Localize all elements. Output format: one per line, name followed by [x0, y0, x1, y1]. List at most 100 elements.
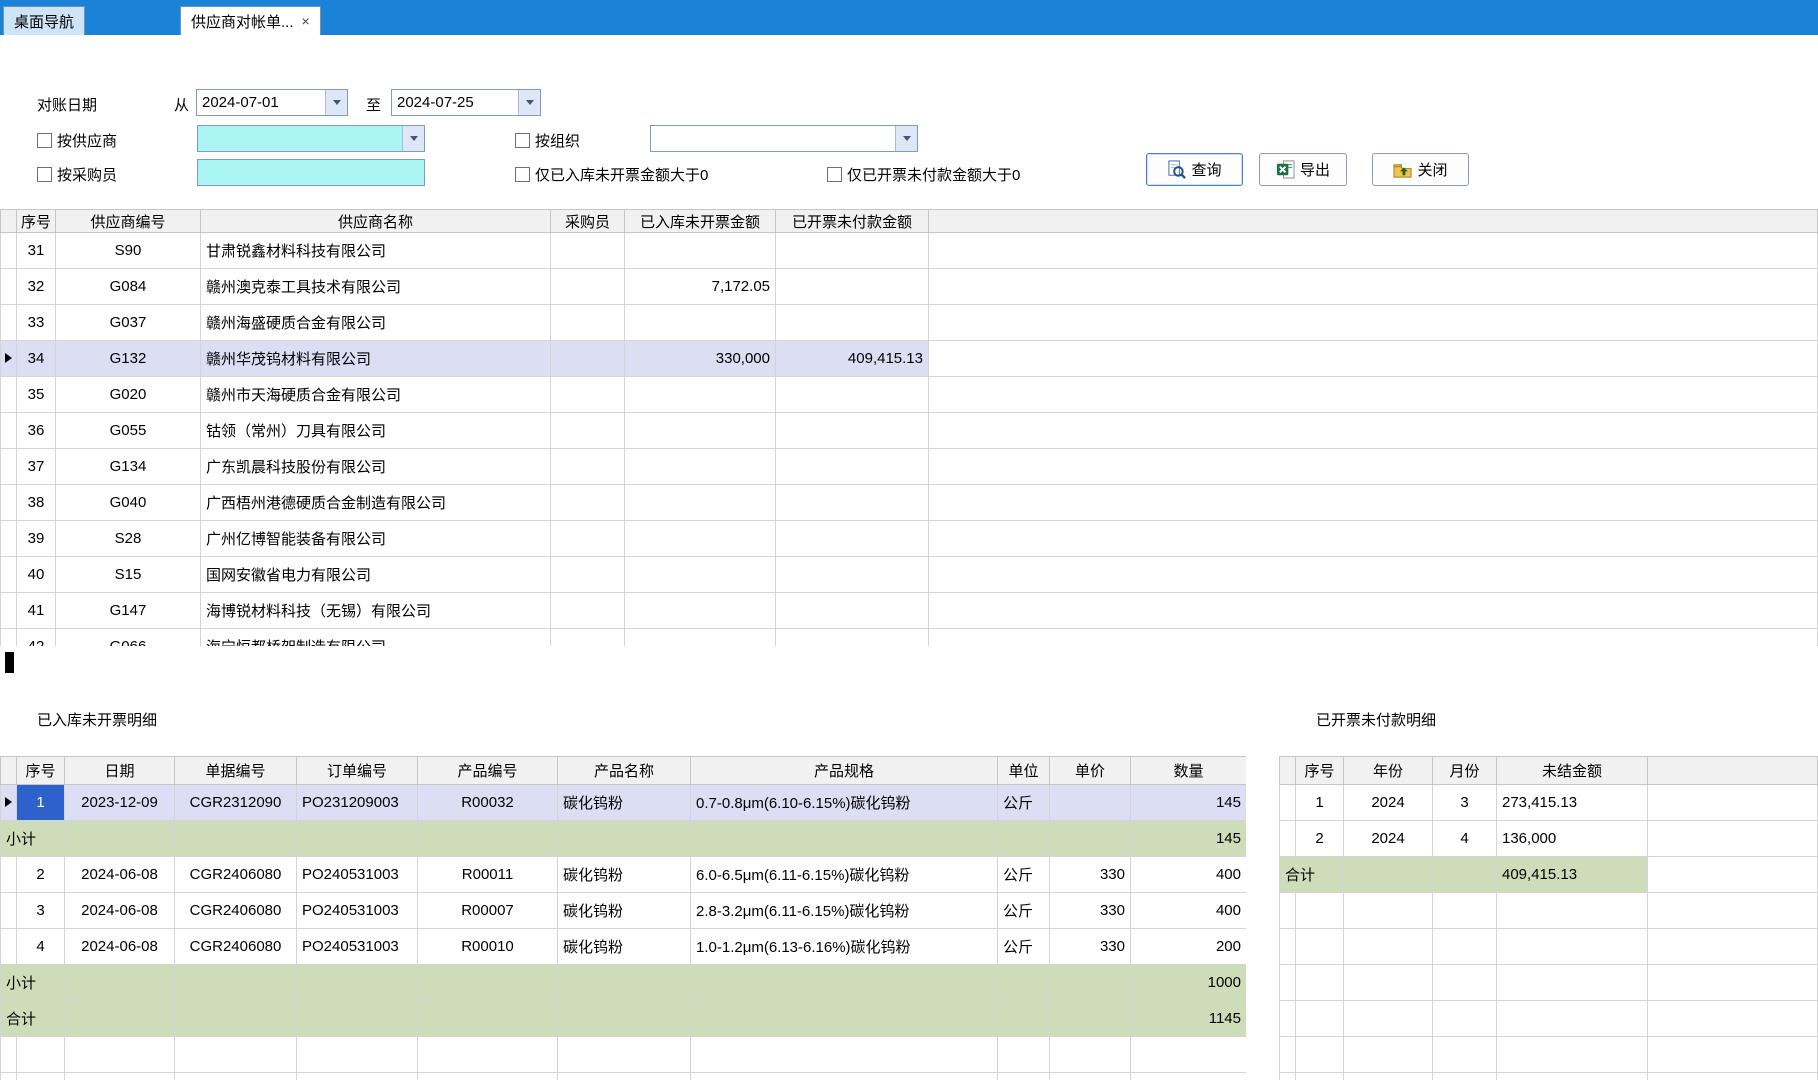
- cell[interactable]: [998, 1073, 1050, 1080]
- checkbox-box[interactable]: [515, 133, 530, 148]
- cell[interactable]: 35: [17, 377, 56, 413]
- cell[interactable]: 2024-06-08: [65, 857, 175, 893]
- org-dropdown-button[interactable]: [895, 126, 917, 151]
- cell[interactable]: 碳化钨粉: [558, 929, 691, 965]
- cell[interactable]: [551, 629, 625, 647]
- cell[interactable]: 273,415.13: [1497, 785, 1648, 821]
- cell[interactable]: 42: [17, 629, 56, 647]
- cell[interactable]: [418, 1037, 558, 1073]
- cell[interactable]: R00007: [418, 893, 558, 929]
- data-row[interactable]: 22024-06-08CGR2406080PO240531003R00011碳化…: [1, 857, 1247, 893]
- cell[interactable]: R00010: [418, 929, 558, 965]
- cell[interactable]: [625, 305, 776, 341]
- column-header[interactable]: 月份: [1433, 757, 1497, 785]
- empty-row[interactable]: [1280, 929, 1818, 965]
- column-header[interactable]: 序号: [1296, 757, 1344, 785]
- cell[interactable]: PO240531003: [297, 857, 418, 893]
- cell[interactable]: [1433, 893, 1497, 929]
- cell[interactable]: 公斤: [998, 857, 1050, 893]
- cell[interactable]: G147: [56, 593, 201, 629]
- row-marker[interactable]: [1, 413, 17, 449]
- data-row[interactable]: 35G020赣州市天海硬质合金有限公司: [1, 377, 1818, 413]
- from-date-select[interactable]: 2024-07-01: [196, 89, 348, 116]
- row-marker[interactable]: [1, 305, 17, 341]
- empty-row[interactable]: [1280, 893, 1818, 929]
- column-header[interactable]: 单价: [1050, 757, 1131, 785]
- data-row[interactable]: 120243273,415.13: [1280, 785, 1818, 821]
- cell[interactable]: [551, 485, 625, 521]
- cell[interactable]: 2024-06-08: [65, 929, 175, 965]
- only-received-not-invoiced-checkbox[interactable]: 仅已入库未开票金额大于0: [515, 165, 708, 183]
- supplier-dropdown-button[interactable]: [402, 126, 424, 151]
- column-header[interactable]: 日期: [65, 757, 175, 785]
- cell[interactable]: [1433, 1073, 1497, 1080]
- empty-row[interactable]: [1, 1037, 1247, 1073]
- cell[interactable]: [551, 233, 625, 269]
- cell[interactable]: [65, 1037, 175, 1073]
- checkbox-box[interactable]: [37, 133, 52, 148]
- total-row[interactable]: 合计1145: [1, 1001, 1247, 1037]
- cell[interactable]: [1050, 1037, 1131, 1073]
- cell[interactable]: 400: [1131, 857, 1247, 893]
- data-row[interactable]: 40S15国网安徽省电力有限公司: [1, 557, 1818, 593]
- cell[interactable]: 330: [1050, 893, 1131, 929]
- cell[interactable]: 3: [1433, 785, 1497, 821]
- checkbox-box[interactable]: [827, 167, 842, 182]
- cell[interactable]: 钴领（常州）刀具有限公司: [201, 413, 551, 449]
- cell[interactable]: 40: [17, 557, 56, 593]
- cell[interactable]: 赣州海盛硬质合金有限公司: [201, 305, 551, 341]
- cell[interactable]: [551, 593, 625, 629]
- cell[interactable]: [175, 1073, 297, 1080]
- cell[interactable]: R00032: [418, 785, 558, 821]
- column-header[interactable]: 已入库未开票金额: [625, 210, 776, 233]
- cell[interactable]: 400: [1131, 893, 1247, 929]
- row-marker[interactable]: [1, 1037, 17, 1073]
- cell[interactable]: 38: [17, 485, 56, 521]
- cell[interactable]: 39: [17, 521, 56, 557]
- cell[interactable]: [558, 1073, 691, 1080]
- cell[interactable]: 2024-06-08: [65, 893, 175, 929]
- empty-row[interactable]: [1280, 965, 1818, 1001]
- cell[interactable]: [1497, 929, 1648, 965]
- row-marker[interactable]: [1, 449, 17, 485]
- cell[interactable]: 0.7-0.8μm(6.10-6.15%)碳化钨粉: [691, 785, 998, 821]
- data-row[interactable]: 33G037赣州海盛硬质合金有限公司: [1, 305, 1818, 341]
- subtotal-row[interactable]: 小计1000: [1, 965, 1247, 1001]
- row-marker[interactable]: [1280, 1001, 1296, 1037]
- cell[interactable]: [1344, 1001, 1433, 1037]
- cell[interactable]: 33: [17, 305, 56, 341]
- cell[interactable]: 145: [1131, 785, 1247, 821]
- cell[interactable]: [1131, 1037, 1247, 1073]
- total-row[interactable]: 合计409,415.13: [1280, 857, 1818, 893]
- cell[interactable]: 4: [1433, 821, 1497, 857]
- cell[interactable]: 广东凯晨科技股份有限公司: [201, 449, 551, 485]
- cell[interactable]: [1296, 929, 1344, 965]
- cell[interactable]: S90: [56, 233, 201, 269]
- row-marker[interactable]: [1280, 1073, 1296, 1080]
- cell[interactable]: 330: [1050, 929, 1131, 965]
- cell[interactable]: [551, 449, 625, 485]
- cell[interactable]: [625, 485, 776, 521]
- cell[interactable]: 赣州市天海硬质合金有限公司: [201, 377, 551, 413]
- cell[interactable]: 2: [1296, 821, 1344, 857]
- by-buyer-checkbox[interactable]: 按采购员: [37, 165, 117, 183]
- tab-supplier-statement[interactable]: 供应商对帐单... ×: [180, 6, 321, 35]
- column-header[interactable]: 已开票未付款金额: [776, 210, 929, 233]
- cell[interactable]: [1344, 1073, 1433, 1080]
- column-header[interactable]: 年份: [1344, 757, 1433, 785]
- cell[interactable]: [1296, 893, 1344, 929]
- cell[interactable]: [1497, 1073, 1648, 1080]
- cell[interactable]: [1050, 785, 1131, 821]
- column-header[interactable]: 订单编号: [297, 757, 418, 785]
- cell[interactable]: [1344, 1037, 1433, 1073]
- cell[interactable]: S15: [56, 557, 201, 593]
- cell[interactable]: 2: [17, 857, 65, 893]
- cell[interactable]: [65, 1073, 175, 1080]
- column-header[interactable]: 供应商编号: [56, 210, 201, 233]
- cell[interactable]: 409,415.13: [776, 341, 929, 377]
- checkbox-box[interactable]: [515, 167, 530, 182]
- cell[interactable]: [776, 557, 929, 593]
- cell[interactable]: [776, 629, 929, 647]
- cell[interactable]: G084: [56, 269, 201, 305]
- data-row[interactable]: 32024-06-08CGR2406080PO240531003R00007碳化…: [1, 893, 1247, 929]
